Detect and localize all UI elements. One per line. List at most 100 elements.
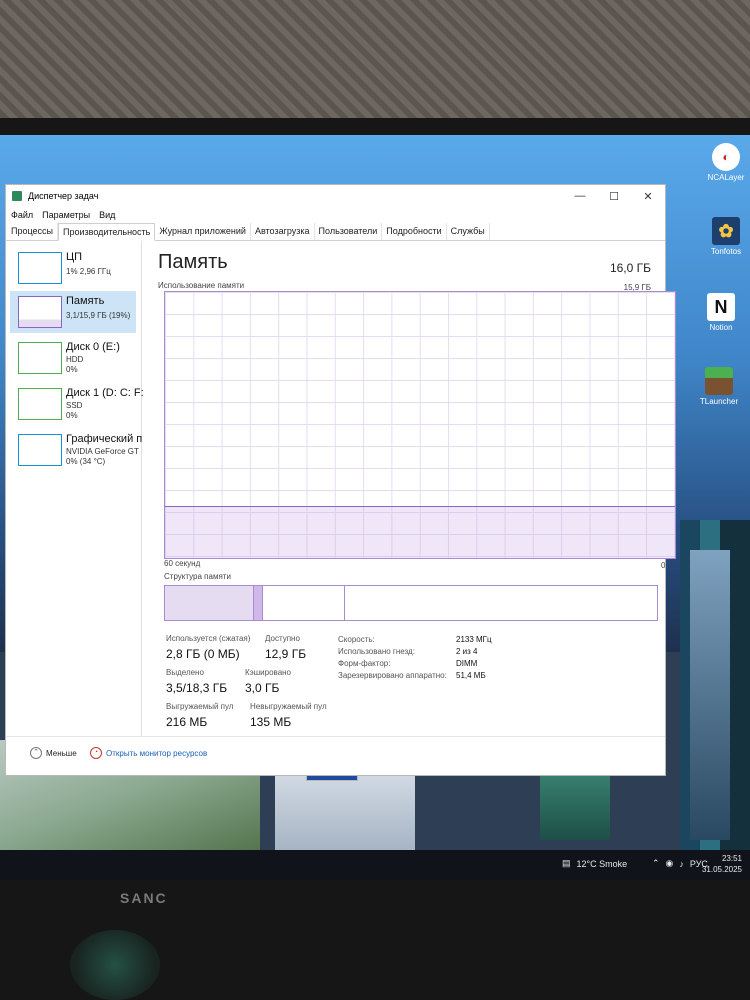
- chevron-up-icon[interactable]: ⌃: [652, 858, 660, 869]
- stat-label: Невыгружаемый пул: [250, 702, 327, 711]
- stat-value: 2,8 ГБ (0 МБ): [166, 647, 240, 661]
- task-manager-icon: [12, 191, 22, 201]
- sidebar-item-disk0[interactable]: Диск 0 (E:) HDD 0%: [10, 337, 136, 379]
- taskbar: ▤ 12°C Smoke ⌃ ◉ ♪ РУС 23:51 31.05.2025: [0, 850, 750, 880]
- desktop-icon-label: Notion: [709, 323, 733, 332]
- close-button[interactable]: ✕: [631, 190, 665, 203]
- disk1-mini-graph: [18, 388, 62, 420]
- ncalayer-icon: ◐: [712, 143, 740, 171]
- sidebar-item-cpu[interactable]: ЦП 1% 2,96 ГГц: [10, 247, 136, 289]
- memory-composition-bar: [164, 585, 658, 621]
- background-wall: [0, 0, 750, 125]
- menu-file[interactable]: Файл: [11, 210, 33, 220]
- composition-standby: [262, 586, 345, 620]
- sidebar-item-label: Диск 0 (E:): [66, 341, 120, 353]
- menu-view[interactable]: Вид: [99, 210, 115, 220]
- window-title: Диспетчер задач: [28, 191, 99, 201]
- menu-options[interactable]: Параметры: [42, 210, 90, 220]
- monitor-brand: SANC: [120, 890, 168, 906]
- resource-monitor-label: Открыть монитор ресурсов: [106, 748, 208, 758]
- task-manager-window: Диспетчер задач — ☐ ✕ Файл Параметры Вид…: [6, 185, 676, 775]
- tlauncher-icon: [705, 367, 733, 395]
- weather-icon: ▤: [562, 858, 571, 868]
- memory-panel: Память 16,0 ГБ Использование памяти 15,9…: [156, 241, 676, 737]
- fewer-details-button[interactable]: ⌃ Меньше: [30, 747, 77, 759]
- usage-graph-label: Использование памяти: [158, 281, 245, 290]
- system-tray: ⌃ ◉ ♪ РУС: [652, 858, 708, 869]
- title-bar[interactable]: Диспетчер задач — ☐ ✕: [6, 185, 665, 207]
- minimize-button[interactable]: —: [563, 190, 597, 203]
- sidebar-item-detail: 3,1/15,9 ГБ (19%): [66, 311, 131, 320]
- sidebar-item-memory[interactable]: Память 3,1/15,9 ГБ (19%): [10, 291, 136, 333]
- composition-in-use: [165, 586, 253, 620]
- tab-startup[interactable]: Автозагрузка: [251, 223, 315, 240]
- sidebar-item-detail: SSD: [66, 401, 83, 410]
- detail-label: Форм-фактор:: [338, 659, 391, 668]
- resource-monitor-icon: ◔: [90, 747, 102, 759]
- clock[interactable]: 23:51 31.05.2025: [702, 853, 742, 875]
- network-icon[interactable]: ◉: [666, 858, 674, 869]
- sidebar-item-detail: HDD: [66, 355, 84, 364]
- graph-zero-label: 0: [661, 561, 666, 570]
- sidebar-item-detail: 0%: [66, 411, 78, 420]
- sidebar-item-label: ЦП: [66, 251, 83, 263]
- detail-label: Скорость:: [338, 635, 375, 644]
- monitor-reflection: [70, 930, 160, 1000]
- detail-value: DIMM: [456, 659, 478, 668]
- chevron-up-icon: ⌃: [30, 747, 42, 759]
- sidebar-item-detail: 1% 2,96 ГГц: [66, 267, 111, 276]
- sidebar-item-label: Графический п: [66, 433, 143, 445]
- gpu-mini-graph: [18, 434, 62, 466]
- stat-value: 12,9 ГБ: [265, 647, 307, 661]
- maximize-button[interactable]: ☐: [597, 190, 631, 203]
- memory-usage-fill: [165, 506, 675, 558]
- page-title: Память: [158, 251, 228, 273]
- desktop-icon-tlauncher[interactable]: TLauncher: [696, 367, 742, 406]
- desktop-icon-ncalayer[interactable]: ◐ NCALayer: [703, 143, 749, 182]
- stat-value: 135 МБ: [250, 715, 292, 729]
- notion-icon: N: [707, 293, 735, 321]
- stat-label: Кэшировано: [245, 668, 292, 677]
- structure-label: Структура памяти: [164, 572, 231, 581]
- memory-usage-graph: [164, 291, 676, 559]
- stat-value: 216 МБ: [166, 715, 208, 729]
- stat-label: Используется (сжатая): [166, 634, 251, 643]
- tab-details[interactable]: Подробности: [382, 223, 447, 240]
- memory-capacity: 16,0 ГБ: [609, 261, 651, 275]
- sidebar-item-detail: 0%: [66, 365, 78, 374]
- tab-processes[interactable]: Процессы: [7, 223, 59, 240]
- tab-services[interactable]: Службы: [447, 223, 490, 240]
- desktop-icon-tonfotos[interactable]: ✿ Tonfotos: [703, 217, 749, 256]
- stat-label: Доступно: [265, 634, 300, 643]
- desktop-icon-label: TLauncher: [699, 397, 739, 406]
- stat-label: Выделено: [166, 668, 204, 677]
- detail-label: Зарезервировано аппаратно:: [338, 671, 447, 680]
- stat-value: 3,0 ГБ: [245, 681, 280, 695]
- tab-performance[interactable]: Производительность: [58, 223, 156, 241]
- detail-value: 2133 МГц: [456, 635, 492, 644]
- weather-text: 12°C Smoke: [576, 858, 628, 869]
- desktop-icon-label: Tonfotos: [710, 247, 742, 256]
- detail-value: 2 из 4: [456, 647, 478, 656]
- detail-label: Использовано гнезд:: [338, 647, 415, 656]
- tab-app-history[interactable]: Журнал приложений: [155, 223, 251, 240]
- cpu-mini-graph: [18, 252, 62, 284]
- disk0-mini-graph: [18, 342, 62, 374]
- desktop-icon-notion[interactable]: N Notion: [698, 293, 744, 332]
- memory-mini-graph: [18, 296, 62, 328]
- tab-bar: Процессы Производительность Журнал прило…: [6, 223, 665, 241]
- window-footer: ⌃ Меньше ◔ Открыть монитор ресурсов: [6, 736, 665, 775]
- sidebar-item-gpu[interactable]: Графический п NVIDIA GeForce GT 0% (34 °…: [10, 429, 142, 471]
- graph-time-label: 60 секунд: [164, 559, 201, 568]
- resource-monitor-link[interactable]: ◔ Открыть монитор ресурсов: [90, 747, 207, 759]
- tab-users[interactable]: Пользователи: [315, 223, 383, 240]
- weather-widget[interactable]: ▤ 12°C Smoke: [562, 858, 627, 869]
- sidebar-item-label: Память: [66, 295, 105, 307]
- detail-value: 51,4 МБ: [456, 671, 486, 680]
- volume-icon[interactable]: ♪: [679, 859, 684, 869]
- sidebar-item-disk1[interactable]: Диск 1 (D: C: F: SSD 0%: [10, 383, 144, 425]
- menu-bar: Файл Параметры Вид: [6, 207, 665, 223]
- performance-sidebar: ЦП 1% 2,96 ГГц Память 3,1/15,9 ГБ (19%) …: [6, 241, 144, 737]
- clock-time: 23:51: [721, 854, 742, 863]
- stat-value: 3,5/18,3 ГБ: [166, 681, 228, 695]
